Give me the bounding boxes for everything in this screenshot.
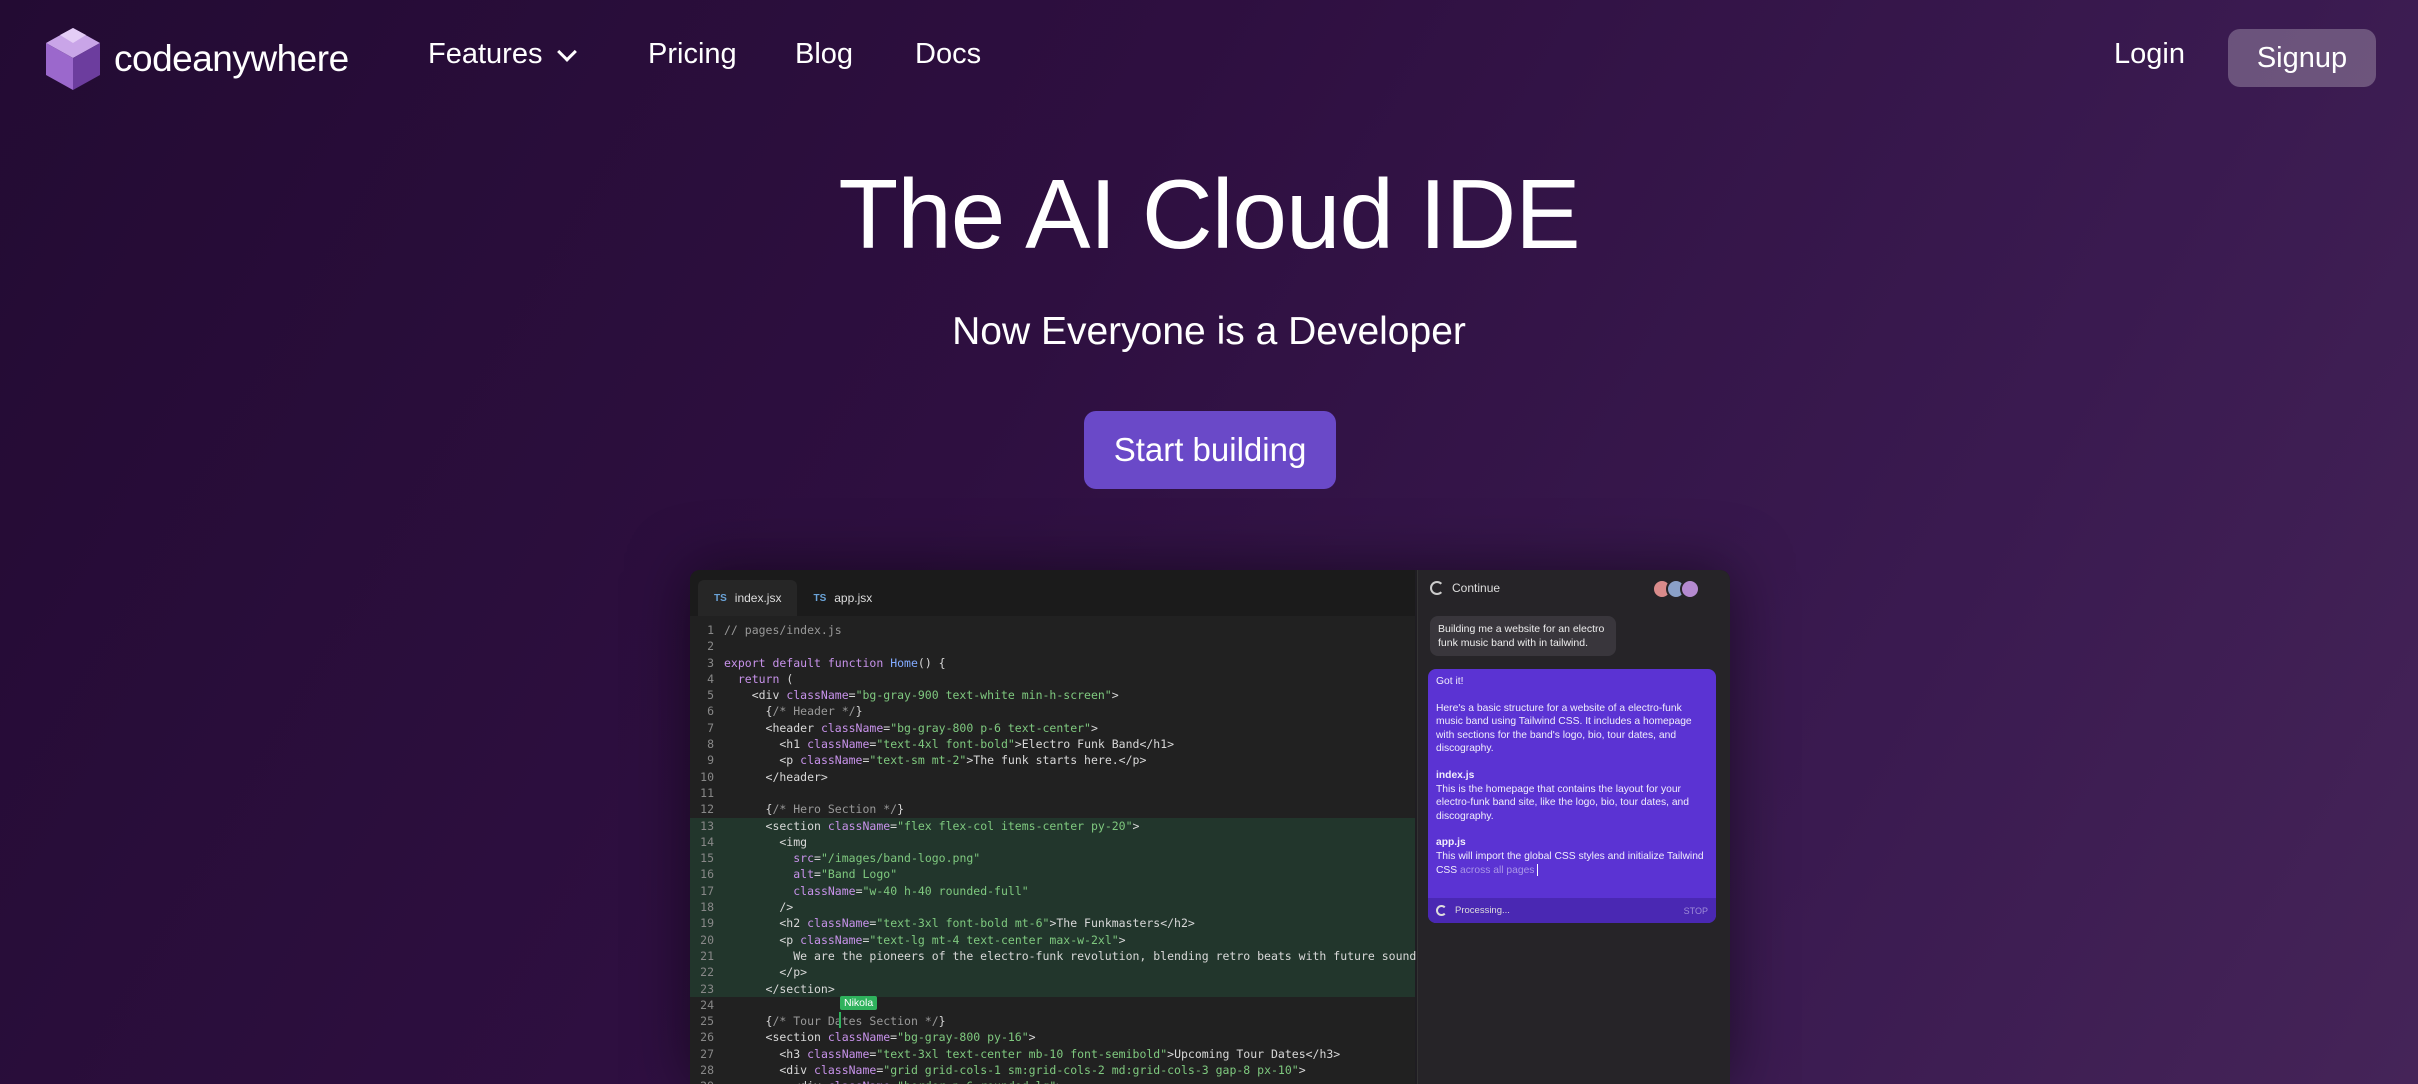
- code-line: 12 {/* Hero Section */}: [700, 802, 905, 817]
- code-line: 29 <div className="border p-6 rounded-lg…: [690, 1078, 1415, 1084]
- code-line: 13 <section className="flex flex-col ite…: [690, 817, 1415, 834]
- chat-header: Continue: [1418, 570, 1730, 606]
- user-message: Building me a website for an electro fun…: [1430, 616, 1616, 656]
- code-line: 1// pages/index.js: [707, 623, 842, 637]
- brand-name: codeanywhere: [114, 38, 349, 79]
- ide-preview: TS index.jsx TS app.jsx 1// pages/index.…: [690, 570, 1730, 1084]
- nav-features-label: Features: [428, 38, 543, 70]
- code-line: 25 {/* Tour Dates Section */}: [700, 1014, 946, 1029]
- chevron-down-icon: [557, 41, 578, 62]
- code-line: 4 return (: [707, 671, 794, 686]
- code-line: 3 export default function Home() {: [707, 655, 946, 670]
- typing-cursor: [1537, 863, 1539, 876]
- ai-chat-panel: Continue Building me a website for an el…: [1417, 570, 1730, 1084]
- code-line: 17 className="w-40 h-40 rounded-full": [690, 882, 1415, 900]
- avatar: [1680, 579, 1700, 599]
- hero-subtitle: Now Everyone is a Developer: [952, 310, 1466, 353]
- processing-status: Processing...: [1455, 905, 1510, 916]
- code-line: 2: [707, 639, 714, 654]
- ai-greeting: Got it!: [1436, 676, 1464, 687]
- code-line: 28 <div className="grid grid-cols-1 sm:g…: [700, 1063, 1306, 1078]
- code-line: 15 src="/images/band-logo.png": [690, 850, 1415, 867]
- code-line: 10 </header>: [700, 769, 828, 784]
- start-building-button[interactable]: Start building: [1084, 411, 1336, 489]
- tab-app-jsx[interactable]: TS app.jsx: [797, 580, 888, 616]
- nav-pricing[interactable]: Pricing: [648, 38, 737, 71]
- cube-logo-icon: [46, 28, 100, 90]
- continue-logo-icon: [1430, 581, 1444, 595]
- code-line: 20 <p className="text-lg mt-4 text-cente…: [690, 931, 1415, 948]
- typescript-icon: TS: [813, 592, 827, 604]
- code-line: 11: [700, 785, 714, 800]
- code-line: 8 <h1 className="text-4xl font-bold">Ele…: [707, 737, 1175, 752]
- brand-logo[interactable]: codeanywhere: [42, 26, 349, 92]
- nav-docs[interactable]: Docs: [915, 38, 981, 71]
- processing-bar: Processing... STOP: [1428, 898, 1716, 923]
- ai-intro: Here's a basic structure for a website o…: [1436, 702, 1692, 755]
- hero-title: The AI Cloud IDE: [838, 159, 1580, 269]
- file-name: index.js: [1436, 769, 1475, 781]
- code-line: 14 <img: [690, 833, 1415, 851]
- code-line: 7 <header className="bg-gray-800 p-6 tex…: [707, 720, 1098, 735]
- nav-features[interactable]: Features: [428, 38, 578, 71]
- chat-title: Continue: [1452, 581, 1501, 595]
- typescript-icon: TS: [714, 592, 727, 604]
- code-line: 26 <section className="bg-gray-800 py-16…: [700, 1030, 1036, 1045]
- tab-index-jsx[interactable]: TS index.jsx: [698, 580, 798, 616]
- code-line: 9 <p className="text-sm mt-2">The funk s…: [707, 753, 1147, 768]
- code-line: 18 />: [690, 899, 1415, 916]
- code-line: 19 <h2 className="text-3xl font-bold mt-…: [690, 915, 1415, 932]
- code-content: 1// pages/index.js 2 3 export default fun…: [690, 616, 1430, 1084]
- code-line: 16 alt="Band Logo": [690, 866, 1415, 883]
- stop-button[interactable]: STOP: [1684, 906, 1708, 916]
- collaborator-avatars: [1652, 579, 1700, 599]
- code-line: 27 <h3 className="text-3xl text-center m…: [700, 1046, 1341, 1061]
- spinner-icon: [1436, 905, 1447, 916]
- nav-blog[interactable]: Blog: [795, 38, 853, 71]
- login-link[interactable]: Login: [2114, 38, 2185, 71]
- code-line: 23 </section>: [690, 980, 1415, 997]
- file-name: app.js: [1436, 837, 1466, 849]
- tab-label: index.jsx: [734, 591, 782, 605]
- code-line: 22 </p>: [690, 964, 1415, 981]
- editor-tabbar: TS index.jsx TS app.jsx: [690, 570, 1415, 616]
- signup-button[interactable]: Signup: [2228, 29, 2376, 87]
- top-navigation: codeanywhere Features Pricing Blog Docs …: [0, 0, 2418, 115]
- code-line: 24: [700, 997, 714, 1012]
- code-line: 5 <div className="bg-gray-900 text-white…: [707, 688, 1119, 703]
- collaborator-cursor: [839, 1012, 841, 1028]
- collaborator-cursor-label: Nikola: [840, 996, 878, 1010]
- ai-response: Got it! Here's a basic structure for a w…: [1428, 669, 1716, 923]
- code-editor: TS index.jsx TS app.jsx 1// pages/index.…: [690, 570, 1430, 1084]
- streaming-text: across all pages: [1457, 864, 1535, 876]
- code-line: 6 {/* Header */}: [707, 704, 863, 719]
- tab-label: app.jsx: [834, 591, 873, 605]
- file-description: This is the homepage that contains the l…: [1436, 783, 1690, 822]
- code-line: 21 We are the pioneers of the electro-fu…: [690, 947, 1430, 965]
